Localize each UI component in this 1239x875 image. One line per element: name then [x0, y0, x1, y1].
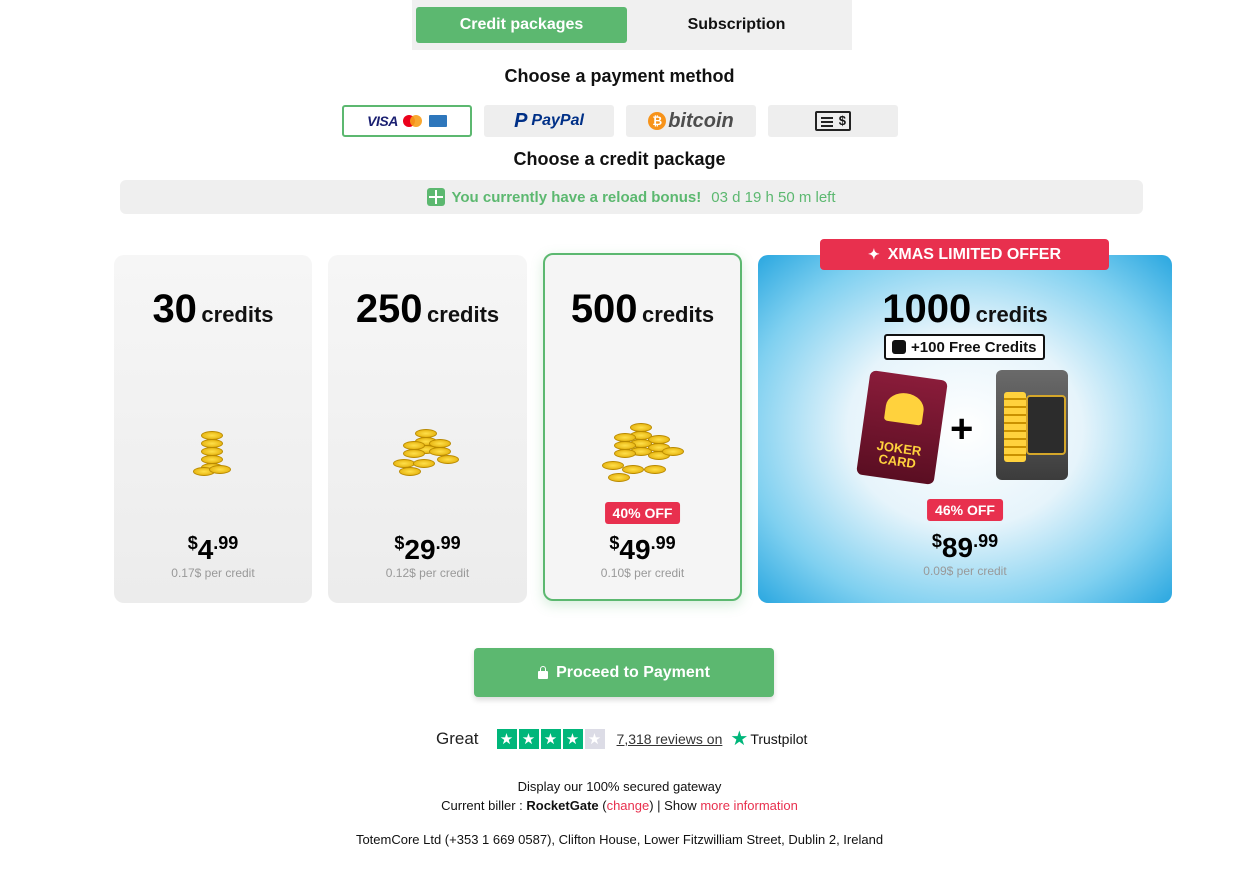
credits-amount: 250 credits — [355, 287, 500, 331]
package-card-30[interactable]: 30 credits $4.99 0.17$ per credit — [114, 255, 312, 603]
rating-label: Great — [436, 728, 479, 748]
package-card-500[interactable]: 500 credits 40% OFF $49.99 0.10$ per cre… — [543, 253, 742, 601]
price-per-credit: 0.09$ per credit — [923, 564, 1007, 578]
credits-amount: 30 credits — [152, 287, 274, 331]
free-credits-badge: +100 Free Credits — [884, 334, 1045, 360]
secured-gateway-text: Display our 100% secured gateway — [517, 779, 722, 794]
paypal-icon: P — [514, 109, 528, 132]
package-price: $89.99 — [931, 531, 999, 563]
lock-icon — [538, 665, 549, 679]
method-card-button[interactable]: VISA — [342, 105, 472, 137]
trustpilot-logo: Trustpilot — [750, 730, 808, 747]
star-icon: ★ — [562, 728, 583, 749]
discount-badge: 46% OFF — [927, 499, 1003, 521]
bitcoin-logo: bitcoin — [668, 109, 734, 132]
trustpilot-widget: Great ★ ★ ★ ★ ★ 7,318 reviews on ★ Trust… — [436, 726, 807, 751]
credits-amount: 500 credits — [570, 287, 715, 331]
method-bitcoin-button[interactable]: ₿ bitcoin — [626, 105, 756, 137]
star-empty-icon: ★ — [584, 728, 605, 749]
trustpilot-star-icon: ★ — [730, 728, 749, 750]
gift-icon — [892, 340, 906, 354]
visa-logo: VISA — [367, 113, 398, 129]
mastercard-icon — [402, 115, 423, 127]
tab-credit-packages[interactable]: Credit packages — [416, 7, 627, 43]
payment-page: Credit packages Subscription Choose a pa… — [0, 0, 1239, 875]
method-paypal-button[interactable]: P PayPal — [484, 105, 614, 137]
package-tabs: Credit packages Subscription — [412, 0, 852, 50]
discount-badge: 40% OFF — [604, 502, 681, 524]
biller-name: RocketGate — [526, 798, 599, 813]
amex-icon — [428, 115, 447, 127]
rating-stars: ★ ★ ★ ★ ★ — [496, 728, 605, 749]
payment-method-title: Choose a payment method — [504, 66, 735, 86]
method-check-button[interactable]: $ — [768, 105, 898, 137]
package-card-250[interactable]: 250 credits $29.99 0.12$ per credit — [328, 255, 527, 603]
coin-pile-icon — [392, 425, 463, 477]
payment-methods: VISA P PayPal ₿ bitcoin $ — [342, 105, 898, 137]
bitcoin-icon: ₿ — [648, 112, 667, 130]
joker-card-image: JOKER CARD — [856, 370, 948, 485]
check-icon: $ — [815, 111, 851, 131]
credits-amount: 1000 credits — [882, 287, 1048, 331]
reviews-link[interactable]: 7,318 reviews on — [617, 731, 723, 747]
change-biller-link[interactable]: change — [607, 798, 650, 813]
credit-package-title: Choose a credit package — [513, 149, 726, 169]
tab-subscription[interactable]: Subscription — [631, 7, 842, 43]
price-per-credit: 0.10$ per credit — [600, 566, 685, 580]
reload-bonus-bar: You currently have a reload bonus! 03 d … — [120, 180, 1143, 214]
biller-info: Current biller : RocketGate (change) | S… — [441, 798, 798, 813]
more-information-link[interactable]: more information — [700, 798, 798, 813]
package-price: $49.99 — [609, 533, 676, 565]
star-icon: ★ — [518, 728, 539, 749]
plus-sign: + — [950, 407, 974, 451]
bonus-countdown: 03 d 19 h 50 m left — [711, 188, 836, 206]
package-price: $4.99 — [187, 533, 239, 565]
price-per-credit: 0.12$ per credit — [385, 566, 470, 580]
xmas-offer-badge: ✦ XMAS LIMITED OFFER — [820, 239, 1109, 270]
proceed-to-payment-button[interactable]: Proceed to Payment — [474, 648, 774, 697]
sparkle-icon: ✦ — [867, 246, 880, 262]
package-card-1000[interactable]: 1000 credits +100 Free Credits JOKER CAR… — [758, 255, 1172, 603]
bonus-text: You currently have a reload bonus! — [451, 188, 702, 206]
company-address: TotemCore Ltd (+353 1 669 0587), Clifton… — [355, 832, 884, 847]
coin-pile-icon — [600, 421, 686, 487]
safe-image — [996, 370, 1068, 480]
star-icon: ★ — [540, 728, 561, 749]
price-per-credit: 0.17$ per credit — [171, 566, 255, 580]
package-price: $29.99 — [394, 533, 461, 565]
gift-icon — [427, 188, 446, 206]
star-icon: ★ — [496, 728, 517, 749]
paypal-logo: PayPal — [531, 112, 584, 129]
coin-stack-icon — [193, 427, 233, 477]
